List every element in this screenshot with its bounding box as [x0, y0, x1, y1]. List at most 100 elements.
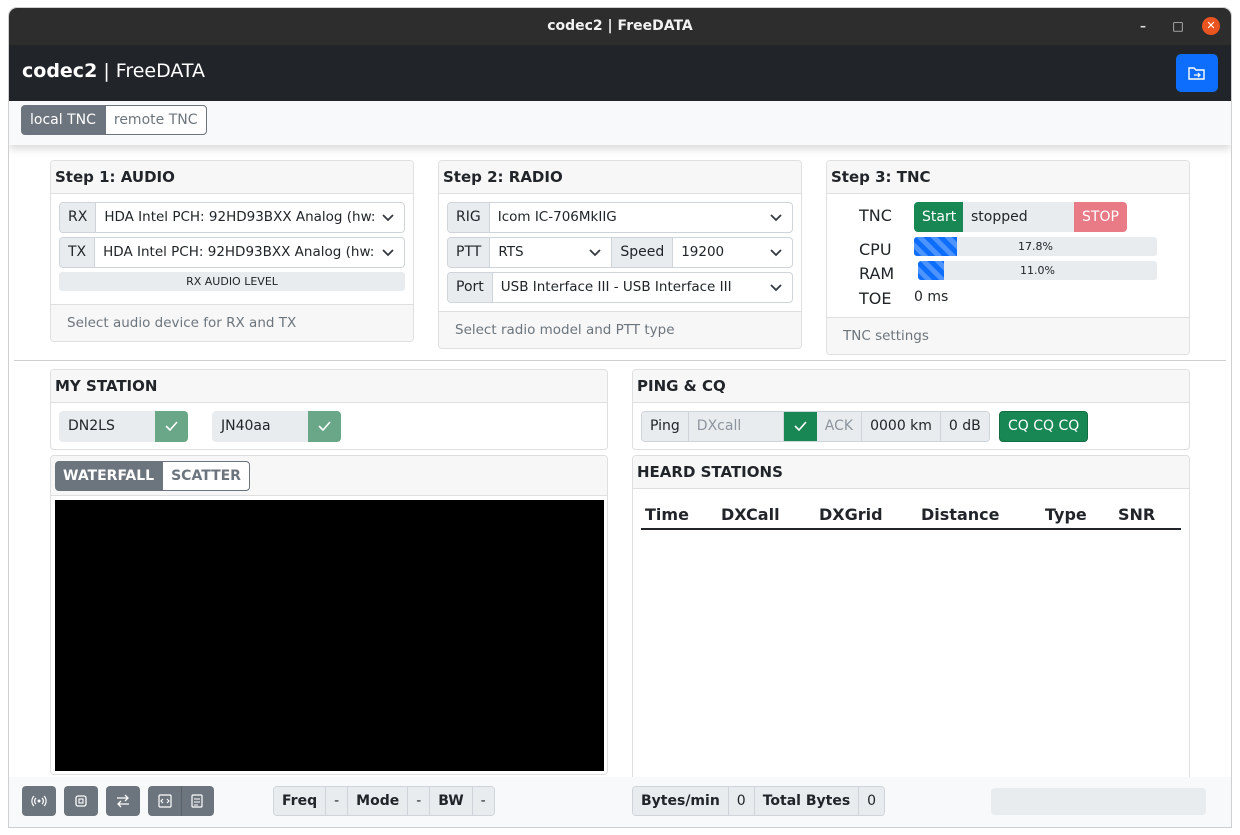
callsign-save-button[interactable]: [155, 411, 188, 442]
table-header-rule: [641, 528, 1181, 530]
chevron-down-icon: [770, 284, 782, 292]
transfer-button[interactable]: [106, 786, 140, 816]
display-tabs: WATERFALL SCATTER: [55, 461, 250, 491]
app-window: codec2 | FreeDATA – □ ✕ codec2 | FreeDAT…: [9, 8, 1231, 827]
section-divider: [14, 360, 1226, 361]
port-label: Port: [448, 273, 493, 302]
audio-card: Step 1: AUDIO RX HDA Intel PCH: 92HD93BX…: [50, 160, 414, 342]
tx-device-text: HDA Intel PCH: 92HD93BXX Analog (hw:: [103, 244, 375, 260]
spectrum-card: WATERFALL SCATTER: [50, 455, 608, 775]
tab-waterfall[interactable]: WATERFALL: [55, 461, 163, 491]
ptt-select[interactable]: RTS: [490, 238, 613, 267]
tnc-start-button[interactable]: Start: [914, 202, 965, 232]
antenna-button[interactable]: [22, 786, 56, 816]
ptt-text: RTS: [498, 244, 524, 260]
ptt-speed-group: PTT RTS Speed 19200: [447, 237, 793, 268]
freq-value: -: [326, 787, 349, 815]
tnc-state: stopped: [963, 202, 1074, 232]
log-file-icon[interactable]: [189, 793, 205, 809]
rig-select[interactable]: RIG Icom IC-706MkIIG: [447, 202, 793, 233]
port-value[interactable]: USB Interface III - USB Interface III: [493, 273, 792, 302]
maximize-icon[interactable]: □: [1169, 17, 1187, 35]
speed-select[interactable]: 19200: [673, 238, 792, 267]
freq-label: Freq: [274, 787, 327, 815]
my-station-card: MY STATION DN2LS JN40aa: [50, 369, 608, 450]
grid-value[interactable]: JN40aa: [212, 411, 308, 442]
tab-scatter[interactable]: SCATTER: [162, 461, 250, 491]
tnc-stop-button[interactable]: STOP: [1074, 202, 1127, 232]
rx-label: RX: [60, 203, 97, 232]
col-time: Time: [645, 505, 689, 524]
rx-device-text: HDA Intel PCH: 92HD93BXX Analog (hw:: [104, 209, 376, 225]
waterfall-canvas: [55, 500, 604, 771]
callsign-value[interactable]: DN2LS: [59, 411, 155, 442]
ptt-label: PTT: [448, 238, 491, 267]
check-icon: [794, 421, 807, 431]
heard-stations-header: HEARD STATIONS: [633, 456, 1189, 489]
rig-label: RIG: [448, 203, 490, 232]
radio-status-group: Freq - Mode - BW -: [273, 786, 495, 816]
ram-progress: 11.0%: [918, 261, 1157, 280]
my-station-header: MY STATION: [51, 370, 607, 403]
app-navbar: codec2 | FreeDATA: [9, 45, 1231, 101]
tnc-card: Step 3: TNC TNC Start stopped STOP CPU 1…: [826, 160, 1190, 355]
close-icon[interactable]: ✕: [1202, 17, 1220, 35]
tx-device-value[interactable]: HDA Intel PCH: 92HD93BXX Analog (hw:: [95, 238, 404, 267]
tnc-settings-footer[interactable]: TNC settings: [827, 317, 1189, 354]
cpu-label: CPU: [859, 240, 892, 259]
distance-value: 0000 km: [862, 412, 941, 441]
bytes-per-min-label: Bytes/min: [633, 787, 729, 815]
tnc-mode-toggle: local TNC remote TNC: [21, 105, 207, 135]
remote-tnc-tab[interactable]: remote TNC: [104, 105, 207, 135]
ram-progress-text: 11.0%: [1020, 264, 1055, 277]
radio-card: Step 2: RADIO RIG Icom IC-706MkIIG PTT R…: [438, 160, 802, 349]
radio-card-footer: Select radio model and PTT type: [439, 311, 801, 348]
tnc-card-header: Step 3: TNC: [827, 161, 1189, 194]
grid-save-button[interactable]: [308, 411, 341, 442]
toe-label: TOE: [859, 289, 892, 308]
radio-card-header: Step 2: RADIO: [439, 161, 801, 194]
chevron-down-icon: [382, 249, 394, 257]
minimize-icon[interactable]: –: [1134, 17, 1152, 35]
cpu-button[interactable]: [64, 786, 98, 816]
audio-card-footer: Select audio device for RX and TX: [51, 304, 413, 341]
dxcall-input[interactable]: DXcall: [688, 412, 784, 441]
port-text: USB Interface III - USB Interface III: [500, 279, 732, 295]
rx-audio-level-bar: RX AUDIO LEVEL: [59, 272, 405, 291]
brand-rest: | FreeDATA: [97, 60, 206, 82]
tx-label: TX: [60, 238, 96, 267]
cq-button[interactable]: CQ CQ CQ: [999, 411, 1089, 442]
tx-device-select[interactable]: TX HDA Intel PCH: 92HD93BXX Analog (hw:: [59, 237, 405, 268]
port-select[interactable]: Port USB Interface III - USB Interface I…: [447, 272, 793, 303]
col-type: Type: [1045, 505, 1087, 524]
check-icon: [318, 421, 331, 431]
rig-value[interactable]: Icom IC-706MkIIG: [490, 203, 792, 232]
rx-device-value[interactable]: HDA Intel PCH: 92HD93BXX Analog (hw:: [96, 203, 404, 232]
open-folder-button[interactable]: [1176, 54, 1218, 92]
total-bytes-label: Total Bytes: [754, 787, 860, 815]
ram-label: RAM: [859, 264, 895, 283]
ram-progress-fill: [918, 261, 945, 280]
col-dxcall: DXCall: [721, 505, 780, 524]
cpu-chip-icon: [75, 795, 87, 807]
status-footer: Freq - Mode - BW - Bytes/min 0 Total Byt…: [9, 777, 1231, 827]
local-tnc-tab[interactable]: local TNC: [21, 105, 105, 135]
ping-group: Ping DXcall ACK 0000 km 0 dB: [641, 411, 990, 442]
antenna-icon: [31, 795, 47, 807]
ping-send-button[interactable]: [783, 412, 817, 441]
swap-arrows-icon: [117, 794, 129, 808]
chevron-down-icon: [770, 214, 782, 222]
app-brand: codec2 | FreeDATA: [22, 60, 205, 82]
speed-text: 19200: [681, 244, 725, 260]
window-titlebar: codec2 | FreeDATA – □ ✕: [9, 8, 1231, 45]
ping-button[interactable]: Ping: [642, 412, 689, 441]
cpu-progress-text: 17.8%: [1018, 240, 1053, 253]
chevron-down-icon: [770, 249, 782, 257]
code-file-icon[interactable]: [157, 793, 173, 809]
tnc-mode-bar: local TNC remote TNC: [9, 101, 1231, 145]
col-snr: SNR: [1118, 505, 1156, 524]
brand-bold: codec2: [22, 60, 98, 82]
chevron-down-icon: [589, 249, 601, 257]
callsign-group: DN2LS: [59, 411, 188, 442]
rx-device-select[interactable]: RX HDA Intel PCH: 92HD93BXX Analog (hw:: [59, 202, 405, 233]
